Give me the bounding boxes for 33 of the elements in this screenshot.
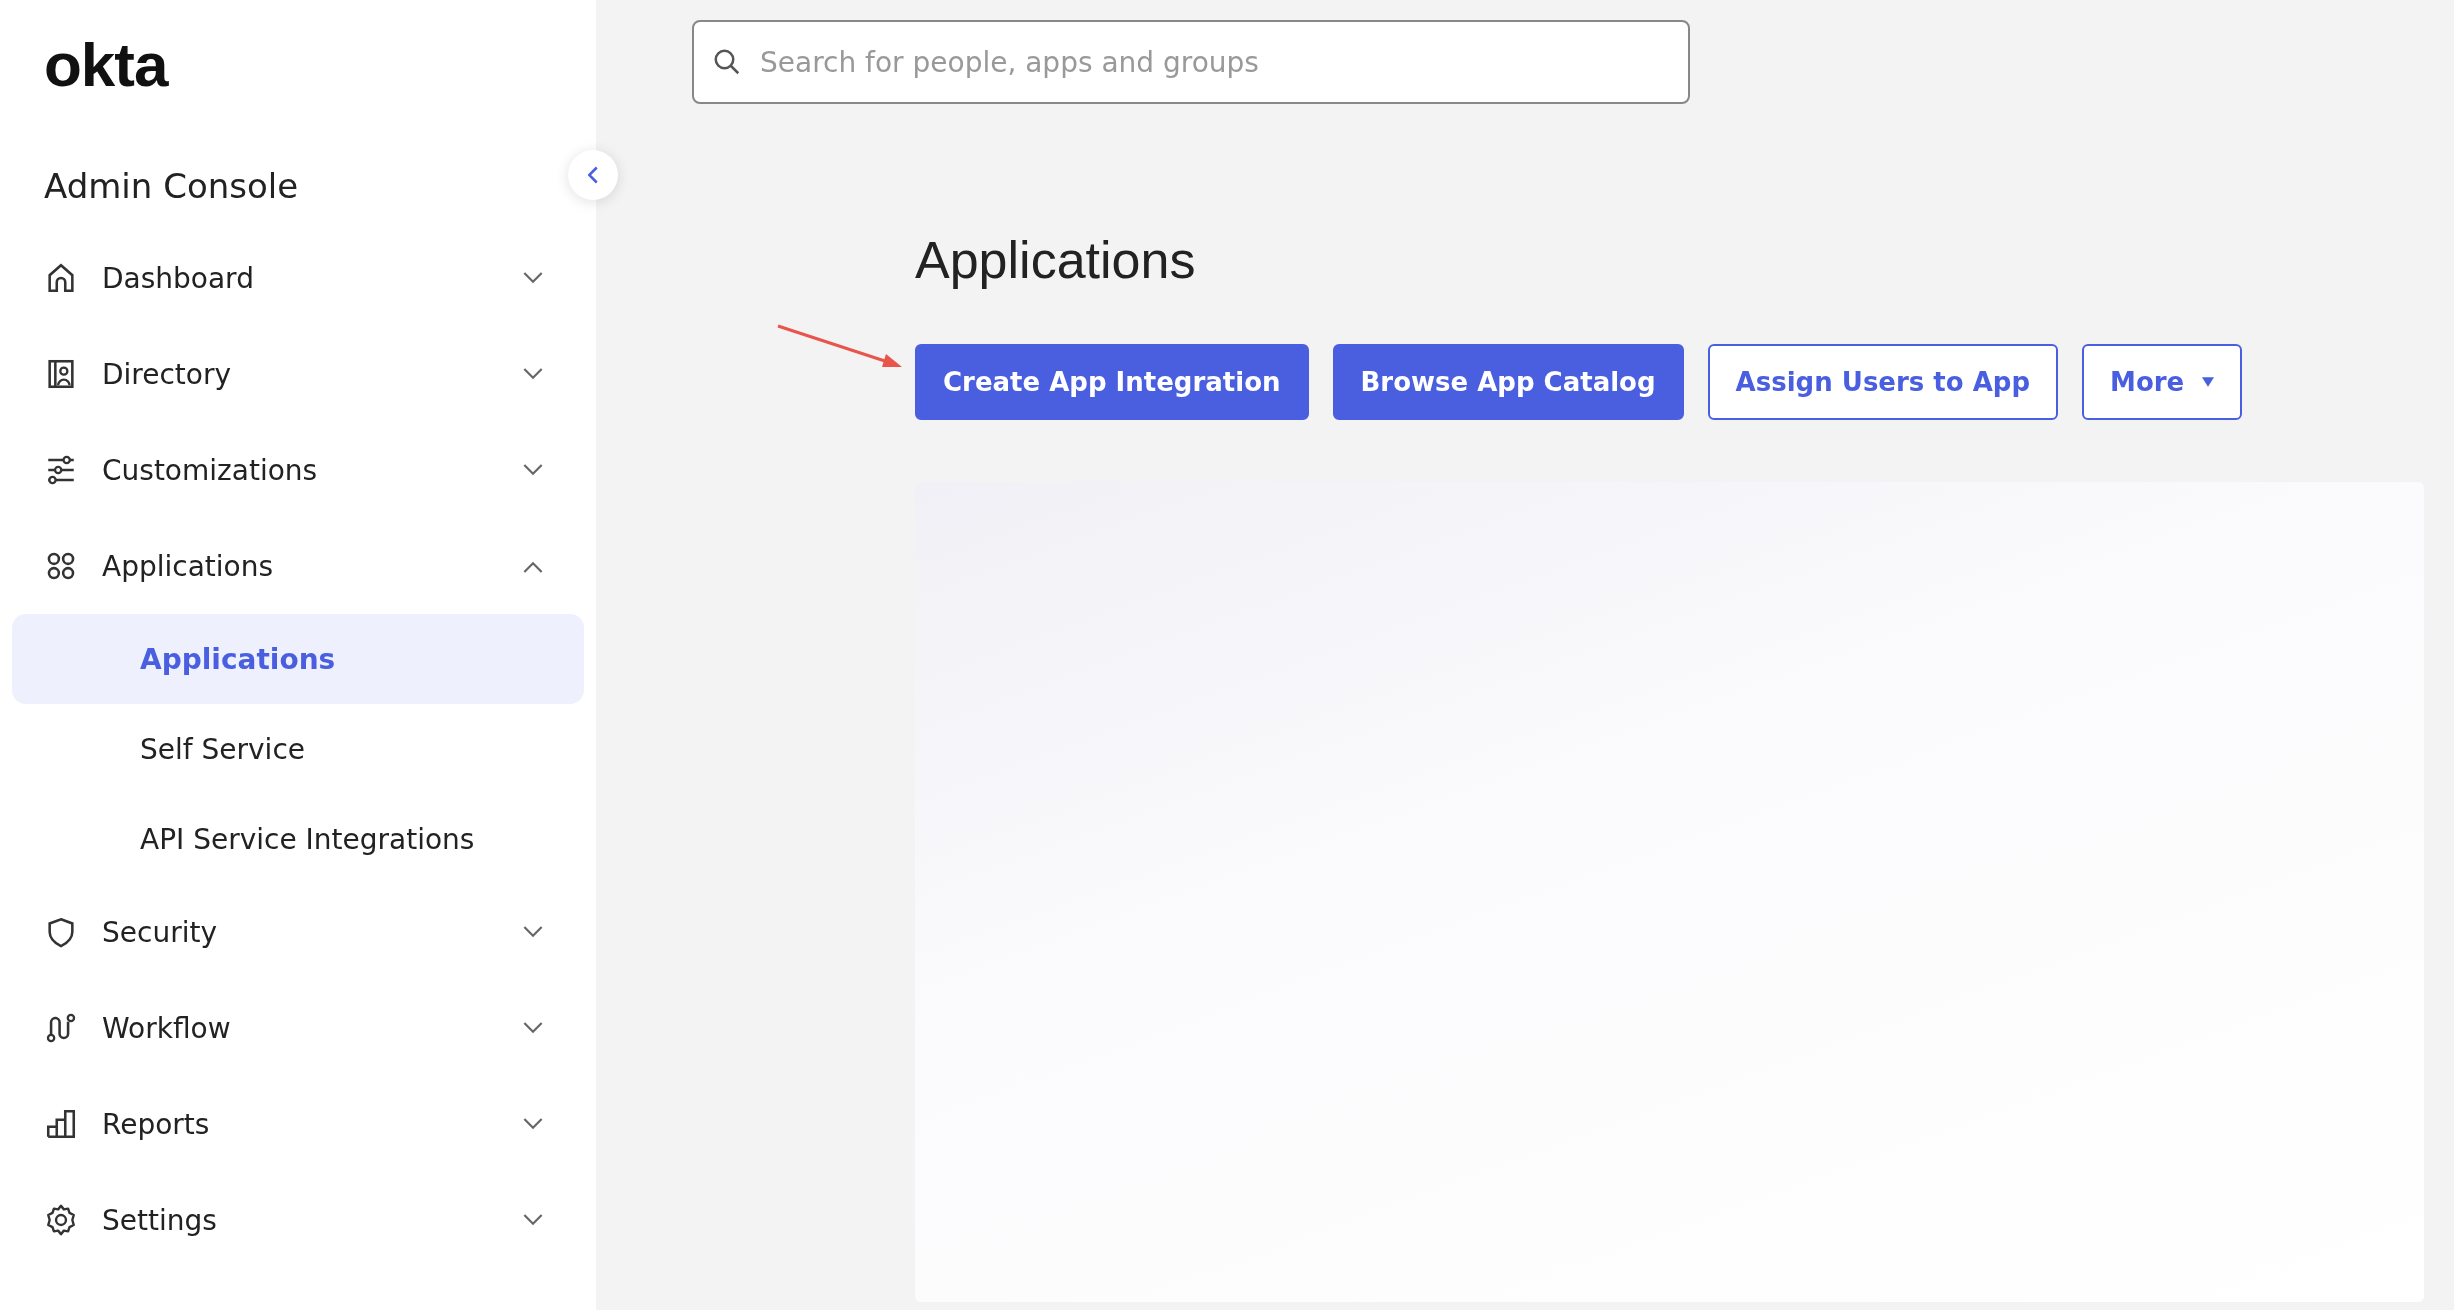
nav-item[interactable]: Settings [12,1172,584,1268]
nav-item[interactable]: Security [12,884,584,980]
nav-subitem[interactable]: Self Service [12,704,584,794]
nav-label: Directory [102,357,233,391]
nav-label: Security [102,915,218,949]
nav-label: Dashboard [102,261,255,295]
nav-item[interactable]: Applications [12,518,584,614]
nav-item[interactable]: Dashboard [12,230,584,326]
collapse-sidebar-button[interactable] [568,150,618,200]
nav-item[interactable]: Workflow [12,980,584,1076]
action-button[interactable]: Create App Integration [915,344,1309,420]
nav-label: Settings [102,1203,218,1237]
nav-item[interactable]: Directory [12,326,584,422]
chevron-left-icon [588,166,598,184]
nav-label: Applications [102,549,275,583]
action-button[interactable]: Browse App Catalog [1332,344,1684,420]
action-button[interactable]: Assign Users to App [1707,344,2059,420]
workflow-icon [44,1011,78,1045]
okta-logo[interactable]: okta [12,30,168,100]
console-title: Admin Console [43,165,299,208]
search-field[interactable]: Search for people, apps and groups [692,20,1690,104]
dropdown-button[interactable]: More [2082,344,2243,420]
settings-icon [44,1203,78,1237]
nav-item[interactable]: Reports [12,1076,584,1172]
nav-label: Reports [102,1107,211,1141]
caret-icon [2202,377,2215,387]
nav-label: Customizations [102,453,319,487]
nav-label: Workflow [102,1011,232,1045]
nav-subitem[interactable]: Applications [12,614,584,704]
nav-subitem[interactable]: API Service Integrations [12,794,584,884]
page-title: Applications [915,230,1196,290]
nav-item[interactable]: Customizations [12,422,584,518]
bar-chart-icon [44,1107,78,1141]
